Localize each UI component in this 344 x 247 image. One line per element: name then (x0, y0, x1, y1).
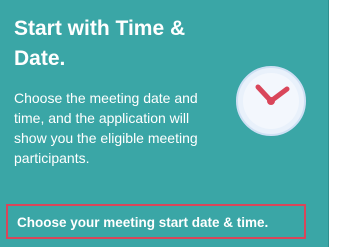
card-description: Choose the meeting date and time, and th… (14, 90, 198, 166)
time-date-card: Start with Time & Date. Choose the meeti… (0, 0, 329, 247)
start-date-time-cta[interactable]: Choose your meeting start date & time. (17, 214, 307, 232)
card-title: Start with Time & Date. (14, 17, 186, 70)
clock-icon (236, 66, 306, 136)
start-date-time-cta-box[interactable]: Choose your meeting start date & time. (6, 204, 306, 239)
